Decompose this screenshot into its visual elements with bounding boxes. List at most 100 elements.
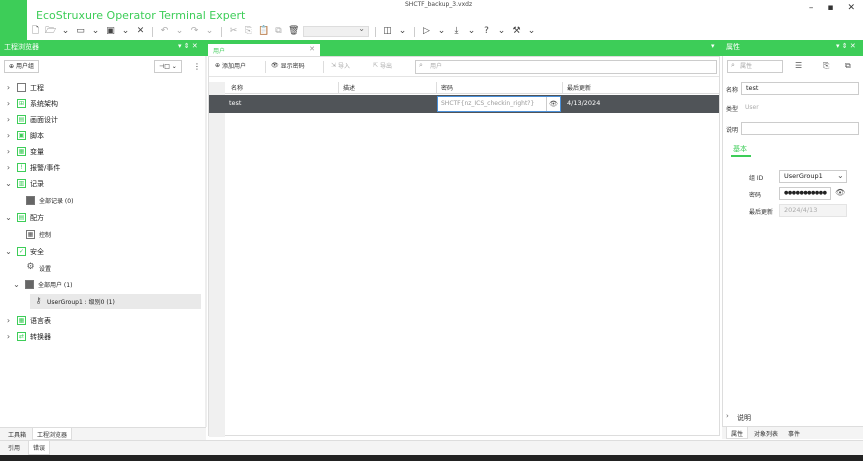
column-divider[interactable] bbox=[562, 82, 563, 94]
eye-icon[interactable]: 👁 bbox=[546, 97, 560, 111]
tree-item-architecture[interactable]: › ⊞ 系统架构 bbox=[4, 96, 58, 111]
tab-events[interactable]: 事件 bbox=[784, 427, 804, 439]
tree-item-usergroup1[interactable]: ⚷ UserGroup1 : 级别0 (1) bbox=[30, 294, 201, 309]
description-field[interactable] bbox=[741, 122, 859, 135]
monitor-icon[interactable]: ▭ bbox=[75, 26, 86, 37]
column-header-password[interactable]: 密码 bbox=[441, 83, 453, 92]
password-field[interactable]: ●●●●●●●●●●● bbox=[779, 187, 831, 200]
chevron-right-icon[interactable]: › bbox=[4, 99, 13, 108]
user-group-button[interactable]: ⊕ 用户组 bbox=[4, 60, 40, 73]
download-icon[interactable]: ⤓ bbox=[451, 26, 462, 37]
chevron-right-icon[interactable]: › bbox=[4, 316, 13, 325]
tree-item-variable[interactable]: › ▦ 变量 bbox=[4, 144, 44, 159]
column-divider[interactable] bbox=[436, 82, 437, 94]
tree-item-screen-design[interactable]: › ▤ 画面设计 bbox=[4, 112, 58, 127]
name-field[interactable]: test bbox=[741, 82, 859, 95]
copy-icon[interactable]: ⎘ bbox=[243, 26, 254, 37]
delete-icon[interactable]: 🗑 bbox=[288, 26, 299, 37]
chevron-down-icon[interactable]: ⌄ bbox=[436, 26, 447, 37]
redo-icon[interactable]: ↷ bbox=[189, 26, 200, 37]
layout-icon[interactable]: ◫ bbox=[382, 26, 393, 37]
column-divider[interactable] bbox=[338, 82, 339, 94]
chevron-down-icon[interactable]: ⌄ bbox=[526, 26, 537, 37]
paste-icon[interactable]: ⧉ bbox=[845, 61, 851, 71]
chevron-down-icon[interactable]: ⌄ bbox=[4, 179, 13, 188]
chevron-down-icon[interactable]: ⌄ bbox=[174, 26, 185, 37]
tab-project-browser[interactable]: 工程浏览器 bbox=[32, 428, 73, 440]
more-icon[interactable]: ⋮ bbox=[193, 62, 201, 71]
tree-item-project[interactable]: › 工程 bbox=[4, 80, 44, 95]
duplicate-icon[interactable]: ⧉ bbox=[273, 26, 284, 37]
chevron-down-icon[interactable]: ⌄ bbox=[496, 26, 507, 37]
column-header-last-update[interactable]: 最后更新 bbox=[567, 83, 591, 92]
chevron-down-icon[interactable]: ⌄ bbox=[4, 213, 13, 222]
tools-icon[interactable]: ⚒ bbox=[511, 26, 522, 37]
user-search-input[interactable]: 用户 bbox=[415, 60, 717, 74]
tab-users[interactable]: 用户 ✕ bbox=[208, 42, 320, 56]
tree-item-recipe[interactable]: ⌄ ▤ 配方 bbox=[4, 210, 44, 225]
run-icon[interactable]: ▷ bbox=[421, 26, 432, 37]
cell-name[interactable]: test bbox=[229, 99, 241, 107]
chevron-right-icon[interactable]: › bbox=[726, 412, 729, 420]
tab-errors[interactable]: 错误 bbox=[28, 441, 51, 455]
chevron-right-icon[interactable]: › bbox=[4, 163, 13, 172]
close-button[interactable]: ✕ bbox=[847, 3, 855, 13]
chevron-right-icon[interactable]: › bbox=[4, 147, 13, 156]
chevron-down-icon[interactable]: ⌄ bbox=[466, 26, 477, 37]
chevron-down-icon[interactable]: ⌄ bbox=[397, 26, 408, 37]
table-row[interactable]: test SHCTF{nz_ICS_checkin_right?} 👁 4/13… bbox=[209, 95, 719, 113]
close-project-icon[interactable]: ✕ bbox=[135, 26, 146, 37]
tree-item-settings[interactable]: ⚙ 设置 bbox=[22, 261, 51, 276]
eye-icon[interactable]: 👁 bbox=[835, 188, 845, 197]
tree-item-script[interactable]: › ▣ 脚本 bbox=[4, 128, 44, 143]
password-edit-field[interactable]: SHCTF{nz_ICS_checkin_right?} 👁 bbox=[437, 96, 561, 112]
password-value[interactable]: SHCTF{nz_ICS_checkin_right?} bbox=[441, 100, 534, 107]
cell-last-update[interactable]: 4/13/2024 bbox=[567, 99, 600, 107]
chevron-right-icon[interactable]: › bbox=[4, 83, 13, 92]
chevron-down-icon[interactable]: ⌄ bbox=[60, 26, 71, 37]
chevron-down-icon[interactable]: ⌄ bbox=[204, 26, 215, 37]
chevron-down-icon[interactable]: ⌄ bbox=[120, 26, 131, 37]
column-header-description[interactable]: 描述 bbox=[343, 83, 355, 92]
maximize-button[interactable]: ▪ bbox=[827, 3, 833, 13]
chevron-down-icon[interactable]: ⌄ bbox=[837, 171, 844, 180]
tree-item-record[interactable]: ⌄ ▥ 记录 bbox=[4, 176, 44, 191]
tree-item-all-records[interactable]: 全部记录 (0) bbox=[22, 193, 73, 208]
paste-icon[interactable]: 📋 bbox=[258, 26, 269, 37]
property-search-input[interactable]: 属性 bbox=[727, 60, 783, 73]
chevron-right-icon[interactable]: › bbox=[4, 332, 13, 341]
import-button[interactable]: ⇲ 导入 bbox=[331, 61, 350, 70]
tab-toolbox[interactable]: 工具箱 bbox=[4, 428, 30, 440]
chevron-right-icon[interactable]: › bbox=[4, 115, 13, 124]
minimize-button[interactable]: – bbox=[809, 3, 814, 13]
tree-item-security[interactable]: ⌄ ✓ 安全 bbox=[4, 244, 44, 259]
tree-item-converter[interactable]: › ⇄ 转换器 bbox=[4, 329, 51, 344]
description-section-label[interactable]: 说明 bbox=[737, 413, 751, 423]
help-icon[interactable]: ? bbox=[481, 26, 492, 37]
toolbar-combo[interactable] bbox=[303, 24, 369, 37]
chevron-down-icon[interactable]: ⌄ bbox=[12, 280, 21, 289]
show-password-button[interactable]: 👁 显示密码 bbox=[271, 61, 305, 70]
tree-item-alarm[interactable]: ›! 报警/事件 bbox=[4, 160, 60, 175]
chevron-down-icon[interactable]: ⌄ bbox=[4, 247, 13, 256]
save-icon[interactable]: ▣ bbox=[105, 26, 116, 37]
right-panel-controls[interactable]: ▾ ⇕ ✕ bbox=[836, 42, 856, 50]
left-panel-controls[interactable]: ▾ ⇕ ✕ bbox=[178, 42, 198, 50]
cut-icon[interactable]: ✂ bbox=[228, 26, 239, 37]
editor-menu-icon[interactable]: ▾ bbox=[711, 42, 715, 50]
left-scrollbar[interactable] bbox=[205, 56, 207, 427]
section-basic[interactable]: 基本 bbox=[733, 144, 747, 154]
open-folder-icon[interactable]: 🗁 bbox=[45, 26, 56, 37]
export-button[interactable]: ⇱ 导出 bbox=[373, 61, 392, 70]
view-button[interactable]: ⊣□ ⌄ bbox=[154, 60, 182, 73]
tab-object-list[interactable]: 对象列表 bbox=[750, 427, 782, 439]
chevron-right-icon[interactable]: › bbox=[4, 131, 13, 140]
tree-item-language[interactable]: › ▦ 语言表 bbox=[4, 313, 51, 328]
new-file-icon[interactable]: 🗋 bbox=[30, 26, 41, 37]
tab-references[interactable]: 引用 bbox=[4, 441, 24, 455]
tab-properties[interactable]: 属性 bbox=[726, 427, 749, 439]
column-header-name[interactable]: 名称 bbox=[231, 83, 243, 92]
close-icon[interactable]: ✕ bbox=[309, 45, 315, 53]
tree-item-control[interactable]: ▦ 控制 bbox=[22, 227, 51, 242]
add-user-button[interactable]: ⊕ 添加用户 bbox=[215, 61, 246, 70]
